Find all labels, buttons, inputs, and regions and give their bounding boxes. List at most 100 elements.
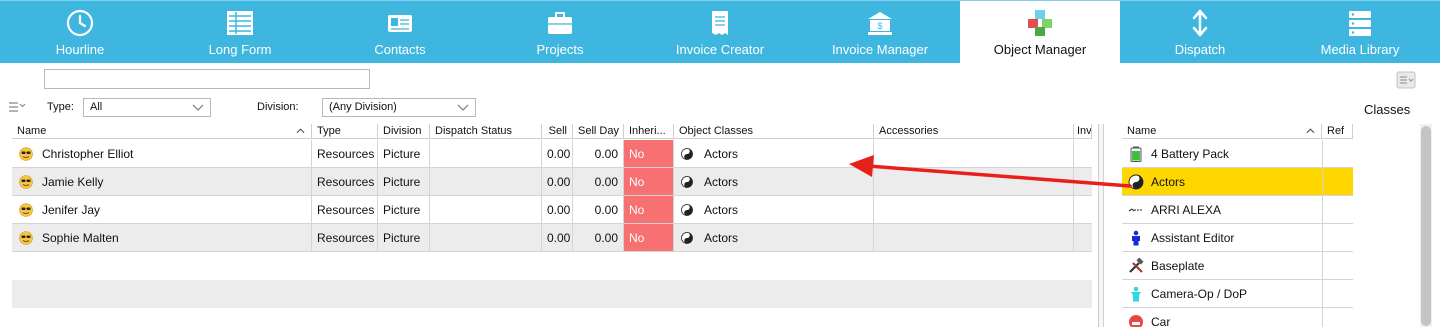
column-header-sell-day[interactable]: Sell Day xyxy=(573,124,624,139)
sell-day-cell: 0.00 xyxy=(573,140,624,168)
sell-day-cell: 0.00 xyxy=(573,168,624,196)
cubes-icon xyxy=(1028,10,1052,36)
column-header-name[interactable]: Name xyxy=(12,124,312,139)
search-input[interactable] xyxy=(44,69,370,89)
tab-invoice-manager[interactable]: $ Invoice Manager xyxy=(800,1,960,63)
tab-dispatch[interactable]: Dispatch xyxy=(1120,1,1280,63)
person-icon xyxy=(1131,286,1141,302)
object-classes-cell: Actors xyxy=(674,196,874,224)
chevron-down-icon xyxy=(192,104,204,111)
column-header-inherit[interactable]: Inheri... xyxy=(624,124,674,139)
table-row[interactable]: Jamie Kelly Resources Picture 0.00 0.00 … xyxy=(12,168,1092,196)
type-cell: Resources xyxy=(312,168,378,196)
inherit-cell: No xyxy=(624,196,674,224)
tab-invoice-creator[interactable]: Invoice Creator xyxy=(640,1,800,63)
column-header-type[interactable]: Type xyxy=(312,124,378,139)
column-header-dispatch-status[interactable]: Dispatch Status xyxy=(430,124,542,139)
class-list-item[interactable]: Assistant Editor xyxy=(1122,224,1353,252)
panel-splitter[interactable] xyxy=(1098,124,1104,327)
table-row[interactable]: Sophie Malten Resources Picture 0.00 0.0… xyxy=(12,224,1092,252)
type-label: Type: xyxy=(47,101,74,113)
column-header-sell[interactable]: Sell xyxy=(542,124,573,139)
division-select[interactable]: (Any Division) xyxy=(322,98,476,117)
yin-yang-icon xyxy=(1128,174,1144,190)
briefcase-icon xyxy=(548,12,572,34)
column-header-ref[interactable]: Ref xyxy=(1322,124,1353,139)
server-rack-icon xyxy=(1349,11,1371,36)
tab-media-library[interactable]: Media Library xyxy=(1280,1,1440,63)
class-name: Baseplate xyxy=(1151,259,1205,273)
yin-yang-icon xyxy=(681,204,693,216)
table-row[interactable]: Christopher Elliot Resources Picture 0.0… xyxy=(12,140,1092,168)
object-classes-cell: Actors xyxy=(674,140,874,168)
class-name: Actors xyxy=(1151,175,1186,189)
sort-ascending-icon xyxy=(1306,128,1315,134)
dispatch-status-cell xyxy=(430,224,542,252)
type-select[interactable]: All xyxy=(83,98,211,117)
class-list-item[interactable]: Camera-Op / DoP xyxy=(1122,280,1353,308)
tab-label: Projects xyxy=(536,42,584,57)
division-select-value: (Any Division) xyxy=(329,101,397,113)
clock-icon xyxy=(66,9,94,37)
division-cell: Picture xyxy=(378,168,430,196)
sunglasses-emoji-icon xyxy=(19,147,33,161)
division-cell: Picture xyxy=(378,224,430,252)
tab-object-manager[interactable]: Object Manager xyxy=(960,1,1120,63)
class-name: 4 Battery Pack xyxy=(1151,147,1230,161)
sell-cell: 0.00 xyxy=(542,168,573,196)
tab-hourline[interactable]: Hourline xyxy=(0,1,160,63)
column-header-object-classes[interactable]: Object Classes xyxy=(674,124,874,139)
tab-contacts[interactable]: Contacts xyxy=(320,1,480,63)
dispatch-status-cell xyxy=(430,140,542,168)
object-class-name: Actors xyxy=(704,175,739,189)
column-header-inv[interactable]: Inv xyxy=(1074,124,1092,139)
tab-label: Dispatch xyxy=(1174,42,1226,57)
column-header-name[interactable]: Name xyxy=(1122,124,1322,139)
name-cell: Sophie Malten xyxy=(12,224,312,252)
list-menu-icon[interactable] xyxy=(9,100,27,114)
long-form-icon xyxy=(227,11,253,35)
name-cell: Jamie Kelly xyxy=(12,168,312,196)
list-filter-icon[interactable] xyxy=(1396,70,1416,90)
name-cell: Christopher Elliot xyxy=(12,140,312,168)
column-header-division[interactable]: Division xyxy=(378,124,430,139)
sell-cell: 0.00 xyxy=(542,196,573,224)
ref-cell xyxy=(1322,252,1323,280)
object-name: Sophie Malten xyxy=(42,231,119,245)
class-list-item-selected[interactable]: Actors xyxy=(1122,168,1353,196)
accessories-cell xyxy=(874,168,1074,196)
up-down-arrow-icon xyxy=(1192,9,1208,37)
column-header-accessories[interactable]: Accessories xyxy=(874,124,1074,139)
tab-label: Object Manager xyxy=(993,42,1087,57)
object-class-name: Actors xyxy=(704,203,739,217)
person-icon xyxy=(1132,230,1140,246)
dispatch-status-cell xyxy=(430,196,542,224)
classes-scrollbar-thumb[interactable] xyxy=(1421,126,1431,326)
class-name: ARRI ALEXA xyxy=(1151,203,1222,217)
object-name: Jamie Kelly xyxy=(42,175,104,189)
division-label: Division: xyxy=(257,101,299,113)
sell-cell: 0.00 xyxy=(542,140,573,168)
yin-yang-icon xyxy=(681,148,693,160)
class-list-item[interactable]: Baseplate xyxy=(1122,252,1353,280)
svg-text:$: $ xyxy=(877,21,882,31)
accessories-cell xyxy=(874,196,1074,224)
classes-panel-title: Classes xyxy=(1364,102,1411,117)
tab-projects[interactable]: Projects xyxy=(480,1,640,63)
tab-label: Invoice Creator xyxy=(675,42,765,57)
tab-long-form[interactable]: Long Form xyxy=(160,1,320,63)
battery-icon xyxy=(1130,146,1142,162)
tab-label: Long Form xyxy=(208,42,272,57)
contacts-card-icon xyxy=(388,15,412,32)
dispatch-status-cell xyxy=(430,168,542,196)
class-list-item[interactable]: ARRI ALEXA xyxy=(1122,196,1353,224)
row-divider xyxy=(12,251,1092,252)
yin-yang-icon xyxy=(681,176,693,188)
class-list-item[interactable]: Car xyxy=(1122,308,1353,327)
accessories-cell xyxy=(874,224,1074,252)
tab-label: Contacts xyxy=(374,42,426,57)
table-row[interactable]: Jenifer Jay Resources Picture 0.00 0.00 … xyxy=(12,196,1092,224)
class-name: Camera-Op / DoP xyxy=(1151,287,1248,301)
sunglasses-emoji-icon xyxy=(19,203,33,217)
class-list-item[interactable]: 4 Battery Pack xyxy=(1122,140,1353,168)
